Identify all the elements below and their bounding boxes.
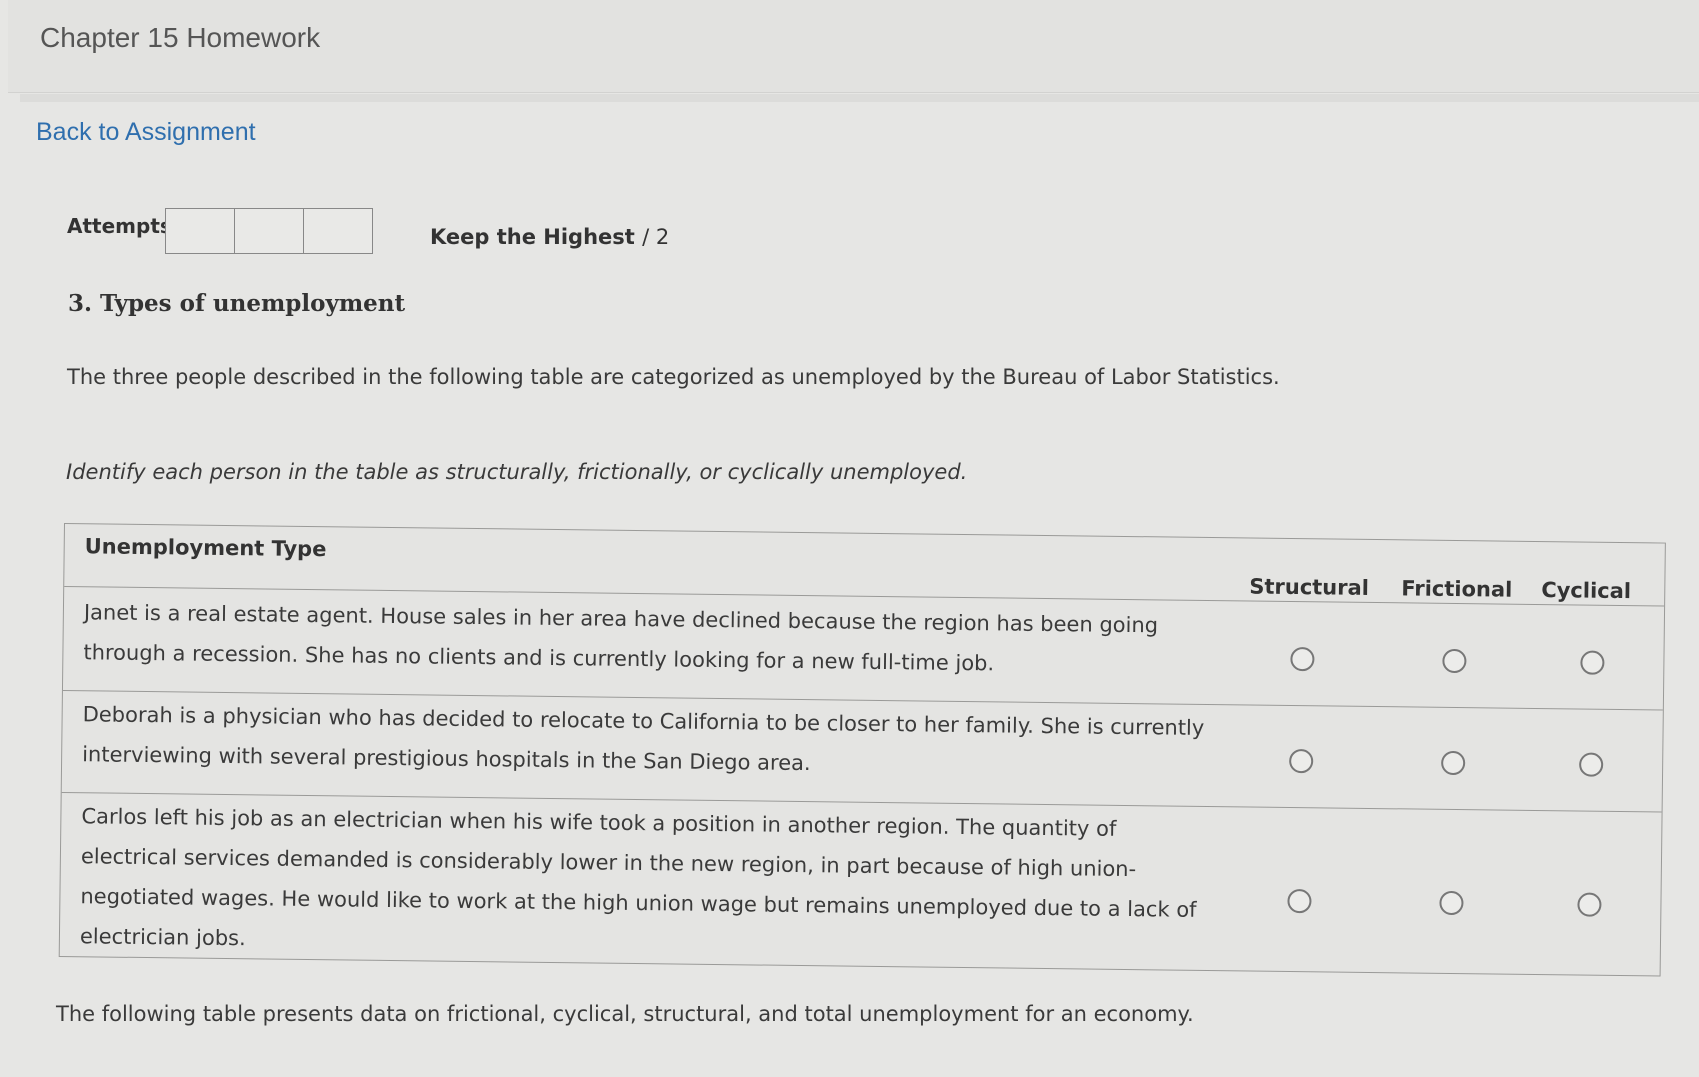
radio-carlos-frictional[interactable] <box>1439 890 1464 916</box>
page-title: Chapter 15 Homework <box>40 22 321 53</box>
column-header-structural: Structural <box>1249 574 1370 600</box>
attempt-box <box>165 208 235 254</box>
attempt-box <box>234 208 304 254</box>
table-row-carlos: Carlos left his job as an electrician wh… <box>80 796 1232 970</box>
attempt-box <box>303 208 373 254</box>
radio-janet-frictional[interactable] <box>1442 648 1467 674</box>
keep-denominator: / 2 <box>642 225 670 249</box>
table-row-janet: Janet is a real estate agent. House sale… <box>83 592 1234 686</box>
attempt-boxes <box>165 208 373 254</box>
radio-deborah-frictional[interactable] <box>1441 750 1466 776</box>
radio-janet-structural[interactable] <box>1290 646 1315 672</box>
attempts-label: Attempts <box>67 214 172 238</box>
column-header-frictional: Frictional <box>1401 576 1513 602</box>
radio-carlos-structural[interactable] <box>1287 888 1312 914</box>
following-table-intro: The following table presents data on fri… <box>56 1002 1194 1026</box>
radio-deborah-structural[interactable] <box>1289 748 1314 774</box>
question-title: 3. Types of unemployment <box>68 290 406 317</box>
table-row-deborah: Deborah is a physician who has decided t… <box>82 694 1233 788</box>
radio-deborah-cyclical[interactable] <box>1579 752 1604 777</box>
unemployment-table: Unemployment Type Structural Frictional … <box>58 523 1666 977</box>
grading-policy: Keep the Highest / 2 <box>430 225 669 249</box>
radio-carlos-cyclical[interactable] <box>1577 892 1602 917</box>
divider <box>20 94 1699 102</box>
unemployment-type-header: Unemployment Type <box>84 534 327 562</box>
keep-label: Keep the Highest <box>430 225 635 249</box>
radio-janet-cyclical[interactable] <box>1580 650 1605 675</box>
column-header-cyclical: Cyclical <box>1541 578 1632 604</box>
question-instructions: Identify each person in the table as str… <box>66 460 968 484</box>
question-intro: The three people described in the follow… <box>67 365 1280 389</box>
header-bar: Chapter 15 Homework <box>8 0 1699 93</box>
back-to-assignment-link[interactable]: Back to Assignment <box>36 118 256 147</box>
